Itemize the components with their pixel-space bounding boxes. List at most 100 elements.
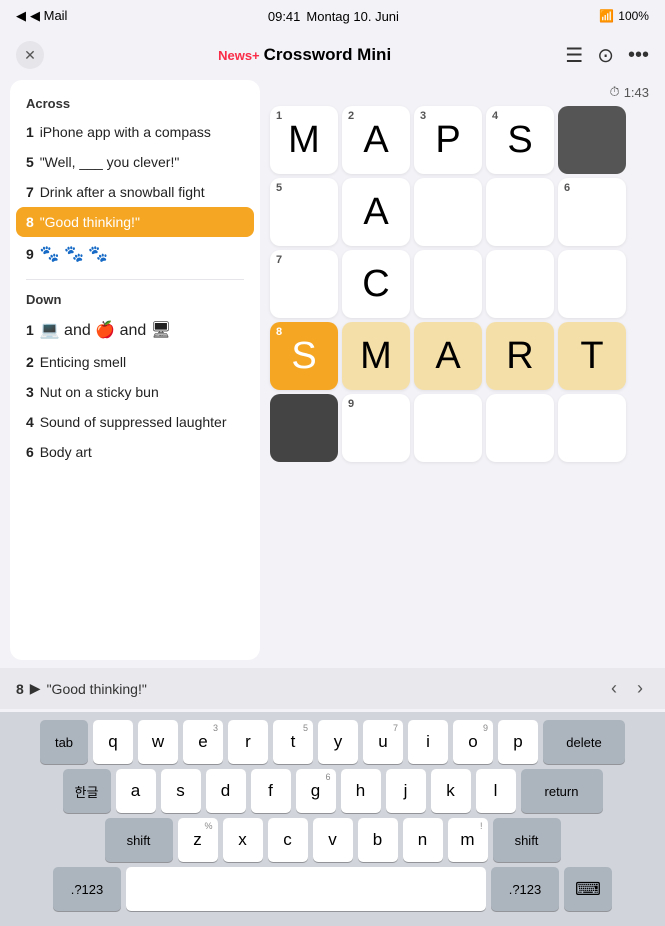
share-icon[interactable]: ⊙ bbox=[597, 43, 614, 68]
status-app: ◀ Mail bbox=[30, 8, 67, 24]
cell-letter: M bbox=[360, 335, 392, 378]
key-z[interactable]: z% bbox=[178, 818, 218, 862]
key-e[interactable]: e3 bbox=[183, 720, 223, 764]
grid-cell-r2c0[interactable]: 7 bbox=[270, 250, 338, 318]
cell-letter: S bbox=[507, 119, 532, 162]
emoji-keyboard-key[interactable]: ⌨ bbox=[564, 867, 612, 911]
grid-cell-r0c0[interactable]: 1M bbox=[270, 106, 338, 174]
key-x[interactable]: x bbox=[223, 818, 263, 862]
grid-cell-r1c2[interactable] bbox=[414, 178, 482, 246]
numbers-right-key[interactable]: .?123 bbox=[491, 867, 559, 911]
clue-across-5[interactable]: 5 "Well, ___ you clever!" bbox=[10, 147, 260, 177]
key-f[interactable]: f bbox=[251, 769, 291, 813]
key-a[interactable]: a bbox=[116, 769, 156, 813]
hangul-key[interactable]: 한글 bbox=[63, 769, 111, 813]
key-b[interactable]: b bbox=[358, 818, 398, 862]
grid-cell-r2c2[interactable] bbox=[414, 250, 482, 318]
spacebar[interactable] bbox=[126, 867, 486, 911]
grid-cell-r0c1[interactable]: 2A bbox=[342, 106, 410, 174]
grid-cell-r1c4[interactable]: 6 bbox=[558, 178, 626, 246]
grid-cell-r4c3[interactable] bbox=[486, 394, 554, 462]
key-w[interactable]: w bbox=[138, 720, 178, 764]
next-clue-button[interactable]: › bbox=[631, 676, 649, 701]
grid-cell-r3c1[interactable]: M bbox=[342, 322, 410, 390]
clue-across-1[interactable]: 1 iPhone app with a compass bbox=[10, 117, 260, 147]
timer-icon: ⏱ bbox=[610, 84, 620, 100]
grid-cell-r2c3[interactable] bbox=[486, 250, 554, 318]
clue-down-3[interactable]: 3 Nut on a sticky bun bbox=[10, 377, 260, 407]
list-icon[interactable]: ☰ bbox=[565, 43, 583, 68]
status-bar: ◀ ◀ Mail 09:41 Montag 10. Juni 📶 100% bbox=[0, 0, 665, 30]
grid-area: ⏱ 1:43 1M2A3P4S5A67C8SMART9 bbox=[270, 80, 655, 660]
close-button[interactable]: ✕ bbox=[16, 41, 44, 69]
grid-cell-r4c4[interactable] bbox=[558, 394, 626, 462]
grid-cell-r2c4[interactable] bbox=[558, 250, 626, 318]
across-section: Across 1 iPhone app with a compass 5 "We… bbox=[10, 92, 260, 271]
delete-key[interactable]: delete bbox=[543, 720, 625, 764]
clue-down-2[interactable]: 2 Enticing smell bbox=[10, 347, 260, 377]
grid-cell-r3c3[interactable]: R bbox=[486, 322, 554, 390]
down-header: Down bbox=[10, 288, 260, 313]
clue-down-1[interactable]: 1 💻 and 🍎 and 🖥 bbox=[10, 313, 260, 347]
status-date: Montag 10. Juni bbox=[306, 9, 399, 24]
grid-cell-r1c1[interactable]: A bbox=[342, 178, 410, 246]
keyboard-row-1: tab q w e3 r t5 y u7 i o9 p delete bbox=[4, 720, 661, 764]
key-i[interactable]: i bbox=[408, 720, 448, 764]
more-icon[interactable]: ••• bbox=[628, 44, 649, 67]
key-q[interactable]: q bbox=[93, 720, 133, 764]
grid-cell-r1c3[interactable] bbox=[486, 178, 554, 246]
clue-text: Body art bbox=[40, 444, 92, 460]
grid-cell-r2c1[interactable]: C bbox=[342, 250, 410, 318]
clue-text: "Well, ___ you clever!" bbox=[40, 154, 180, 170]
key-l[interactable]: l bbox=[476, 769, 516, 813]
clue-across-7[interactable]: 7 Drink after a snowball fight bbox=[10, 177, 260, 207]
clue-across-9[interactable]: 9 🐾 🐾 🐾 bbox=[10, 237, 260, 271]
grid-cell-r0c3[interactable]: 4S bbox=[486, 106, 554, 174]
key-y[interactable]: y bbox=[318, 720, 358, 764]
key-n[interactable]: n bbox=[403, 818, 443, 862]
key-c[interactable]: c bbox=[268, 818, 308, 862]
key-v[interactable]: v bbox=[313, 818, 353, 862]
bottom-nav: ‹ › bbox=[605, 676, 649, 701]
grid-cell-r4c1[interactable]: 9 bbox=[342, 394, 410, 462]
key-k[interactable]: k bbox=[431, 769, 471, 813]
key-o[interactable]: o9 bbox=[453, 720, 493, 764]
grid-cell-r0c2[interactable]: 3P bbox=[414, 106, 482, 174]
grid-cell-r3c2[interactable]: A bbox=[414, 322, 482, 390]
shift-right-key[interactable]: shift bbox=[493, 818, 561, 862]
prev-clue-button[interactable]: ‹ bbox=[605, 676, 623, 701]
grid-cell-r1c0[interactable]: 5 bbox=[270, 178, 338, 246]
key-j[interactable]: j bbox=[386, 769, 426, 813]
key-s[interactable]: s bbox=[161, 769, 201, 813]
grid-cell-r0c4[interactable] bbox=[558, 106, 626, 174]
return-key[interactable]: return bbox=[521, 769, 603, 813]
cell-letter: A bbox=[363, 191, 388, 234]
clue-down-6[interactable]: 6 Body art bbox=[10, 437, 260, 467]
key-p[interactable]: p bbox=[498, 720, 538, 764]
status-right: 📶 100% bbox=[599, 9, 649, 23]
key-h[interactable]: h bbox=[341, 769, 381, 813]
status-time: 09:41 bbox=[268, 9, 301, 24]
clue-across-8-active[interactable]: 8 "Good thinking!" bbox=[16, 207, 254, 237]
key-t[interactable]: t5 bbox=[273, 720, 313, 764]
clue-down-4[interactable]: 4 Sound of suppressed laughter bbox=[10, 407, 260, 437]
key-g[interactable]: g6 bbox=[296, 769, 336, 813]
bottom-clue-bar: 8 ▶ "Good thinking!" ‹ › bbox=[0, 668, 665, 709]
tab-key[interactable]: tab bbox=[40, 720, 88, 764]
grid-cell-r4c2[interactable] bbox=[414, 394, 482, 462]
key-m[interactable]: m! bbox=[448, 818, 488, 862]
numbers-left-key[interactable]: .?123 bbox=[53, 867, 121, 911]
grid-cell-r3c4[interactable]: T bbox=[558, 322, 626, 390]
cell-number: 3 bbox=[420, 110, 426, 122]
key-u[interactable]: u7 bbox=[363, 720, 403, 764]
key-d[interactable]: d bbox=[206, 769, 246, 813]
shift-left-key[interactable]: shift bbox=[105, 818, 173, 862]
clues-panel: Across 1 iPhone app with a compass 5 "We… bbox=[10, 80, 260, 660]
header-actions: ☰ ⊙ ••• bbox=[565, 43, 649, 68]
crossword-grid: 1M2A3P4S5A67C8SMART9 bbox=[270, 106, 626, 462]
bottom-clue-label: "Good thinking!" bbox=[47, 681, 147, 697]
grid-cell-r3c0[interactable]: 8S bbox=[270, 322, 338, 390]
grid-cell-r4c0[interactable] bbox=[270, 394, 338, 462]
key-r[interactable]: r bbox=[228, 720, 268, 764]
battery-icon: 100% bbox=[618, 9, 649, 23]
